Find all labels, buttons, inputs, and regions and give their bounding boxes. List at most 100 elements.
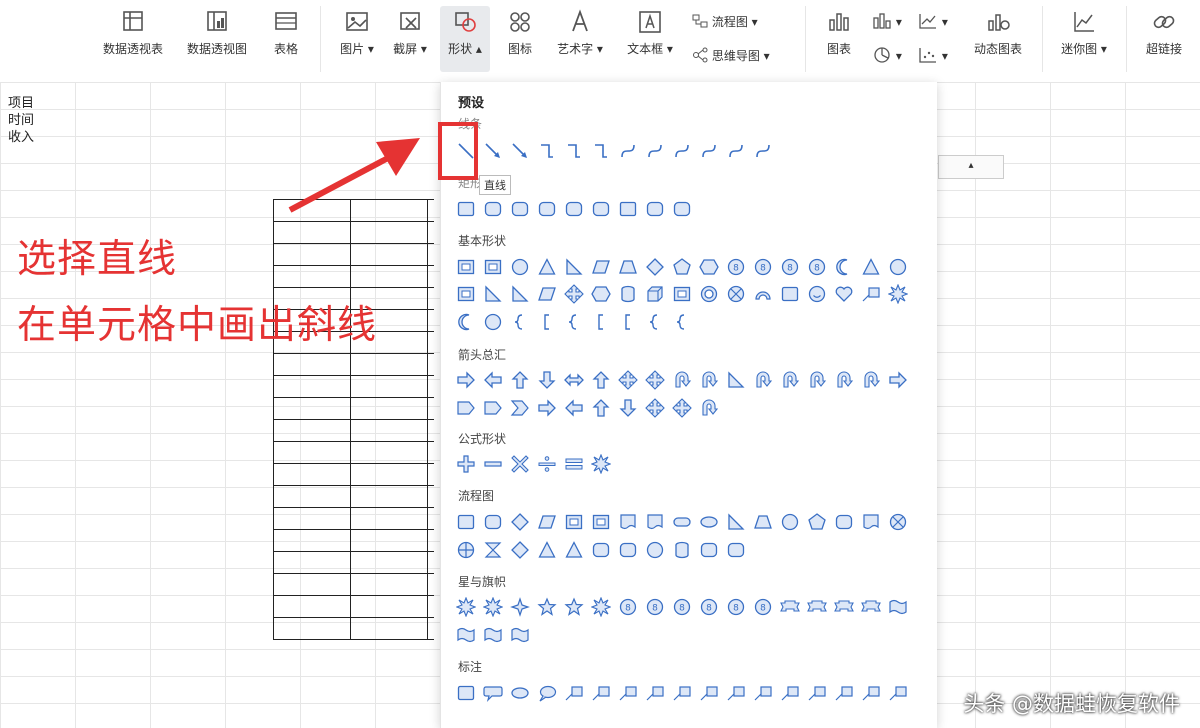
shape-tri-icon[interactable] xyxy=(563,539,585,561)
shape-doc-icon[interactable] xyxy=(617,511,639,533)
table-cell[interactable] xyxy=(350,397,428,420)
shape-up-icon[interactable] xyxy=(590,369,612,391)
shape-badge-icon[interactable]: 8 xyxy=(617,596,639,618)
table-cell[interactable] xyxy=(427,309,434,332)
table-cell[interactable] xyxy=(273,397,351,420)
shape-pent-icon[interactable] xyxy=(806,511,828,533)
shape-down-icon[interactable] xyxy=(617,397,639,419)
shape-badge-icon[interactable]: 8 xyxy=(779,256,801,278)
shape-star-icon[interactable] xyxy=(536,596,558,618)
table-cell[interactable] xyxy=(427,551,434,574)
shape-tri-icon[interactable] xyxy=(536,539,558,561)
table-cell[interactable] xyxy=(350,243,428,266)
pivot-chart-button[interactable]: 数据透视图 xyxy=(180,8,254,57)
shape-brace-icon[interactable] xyxy=(644,311,666,333)
table-cell[interactable] xyxy=(273,265,351,288)
table-cell[interactable] xyxy=(427,595,434,618)
shape-burst-icon[interactable] xyxy=(887,283,909,305)
shape-ribbon-icon[interactable] xyxy=(860,596,882,618)
table-cell[interactable] xyxy=(350,221,428,244)
table-cell[interactable] xyxy=(273,441,351,464)
shape-bracket-icon[interactable] xyxy=(617,311,639,333)
shape-cross-icon[interactable] xyxy=(671,397,693,419)
shape-linecall-icon[interactable] xyxy=(563,682,585,704)
shape-doc-icon[interactable] xyxy=(860,511,882,533)
table-cell[interactable] xyxy=(273,507,351,530)
shape-tri-icon[interactable] xyxy=(536,256,558,278)
scatter-chart-dropdown[interactable]: ▾ xyxy=(918,46,948,64)
shape-diamond-icon[interactable] xyxy=(509,511,531,533)
shape-linecall-icon[interactable] xyxy=(725,682,747,704)
table-cell[interactable] xyxy=(427,397,434,420)
shape-badge-icon[interactable]: 8 xyxy=(752,256,774,278)
table-cell[interactable] xyxy=(427,375,434,398)
shape-para-icon[interactable] xyxy=(536,511,558,533)
table-cell[interactable] xyxy=(273,573,351,596)
shape-star4-icon[interactable] xyxy=(509,596,531,618)
shape-curve-icon[interactable] xyxy=(752,140,774,162)
shape-frame-icon[interactable] xyxy=(482,256,504,278)
table-cell[interactable] xyxy=(273,375,351,398)
table-cell[interactable] xyxy=(350,463,428,486)
hyperlink-button[interactable]: 超链接 xyxy=(1140,8,1188,57)
table-cell[interactable] xyxy=(350,617,428,640)
shape-plus-icon[interactable] xyxy=(455,453,477,475)
shape-ribbon-icon[interactable] xyxy=(806,596,828,618)
table-cell[interactable] xyxy=(273,595,351,618)
pie-chart-dropdown[interactable]: ▾ xyxy=(872,46,902,64)
shape-brace-icon[interactable] xyxy=(563,311,585,333)
shape-frame-icon[interactable] xyxy=(455,283,477,305)
shape-badge-icon[interactable]: 8 xyxy=(725,596,747,618)
collapse-button[interactable]: ▴ xyxy=(938,155,1004,179)
table-cell[interactable] xyxy=(427,463,434,486)
shape-rrect-icon[interactable] xyxy=(482,198,504,220)
shape-up-icon[interactable] xyxy=(509,369,531,391)
table-cell[interactable] xyxy=(273,485,351,508)
shape-circle-icon[interactable] xyxy=(779,511,801,533)
line-chart-dropdown[interactable]: ▾ xyxy=(918,12,948,30)
table-cell[interactable] xyxy=(427,419,434,442)
shape-badge-icon[interactable]: 8 xyxy=(806,256,828,278)
shape-linecall-icon[interactable] xyxy=(671,682,693,704)
table-cell[interactable] xyxy=(427,353,434,376)
shape-rrect-icon[interactable] xyxy=(833,511,855,533)
shape-burst-icon[interactable] xyxy=(482,596,504,618)
table-cell[interactable] xyxy=(350,507,428,530)
shape-badge-icon[interactable]: 8 xyxy=(752,596,774,618)
shape-frame-icon[interactable] xyxy=(671,283,693,305)
shape-badge-icon[interactable]: 8 xyxy=(725,256,747,278)
shape-cross-icon[interactable] xyxy=(563,283,585,305)
shape-para-icon[interactable] xyxy=(536,283,558,305)
shape-pent-icon[interactable] xyxy=(671,256,693,278)
shape-ribbon-icon[interactable] xyxy=(833,596,855,618)
table-cell[interactable] xyxy=(273,353,351,376)
shape-burst-icon[interactable] xyxy=(590,453,612,475)
table-cell[interactable] xyxy=(427,507,434,530)
table-cell[interactable] xyxy=(427,617,434,640)
shape-arrowline-icon[interactable] xyxy=(509,140,531,162)
shape-down-icon[interactable] xyxy=(536,369,558,391)
chart-button[interactable]: 图表 xyxy=(822,8,856,57)
shape-hex-icon[interactable] xyxy=(698,256,720,278)
shape-frame-icon[interactable] xyxy=(455,256,477,278)
shape-up-icon[interactable] xyxy=(590,397,612,419)
table-cell[interactable] xyxy=(273,419,351,442)
wordart-button[interactable]: 艺术字 ▾ xyxy=(553,8,607,57)
shape-rect-icon[interactable] xyxy=(455,198,477,220)
shape-cyl-icon[interactable] xyxy=(617,283,639,305)
shape-arc-icon[interactable] xyxy=(752,283,774,305)
shape-uturn-icon[interactable] xyxy=(698,369,720,391)
shape-uturn-icon[interactable] xyxy=(698,397,720,419)
shape-rrect-icon[interactable] xyxy=(563,198,585,220)
shape-moon-icon[interactable] xyxy=(455,311,477,333)
bordered-table[interactable] xyxy=(273,199,434,640)
shape-doc-icon[interactable] xyxy=(644,511,666,533)
shape-linecall-icon[interactable] xyxy=(860,682,882,704)
shape-rrect-icon[interactable] xyxy=(617,539,639,561)
shape-homeplate-icon[interactable] xyxy=(455,397,477,419)
shape-para-icon[interactable] xyxy=(590,256,612,278)
shape-linecall-icon[interactable] xyxy=(833,682,855,704)
shape-uturn-icon[interactable] xyxy=(833,369,855,391)
shape-div-icon[interactable] xyxy=(536,453,558,475)
shape-rrect-icon[interactable] xyxy=(671,198,693,220)
